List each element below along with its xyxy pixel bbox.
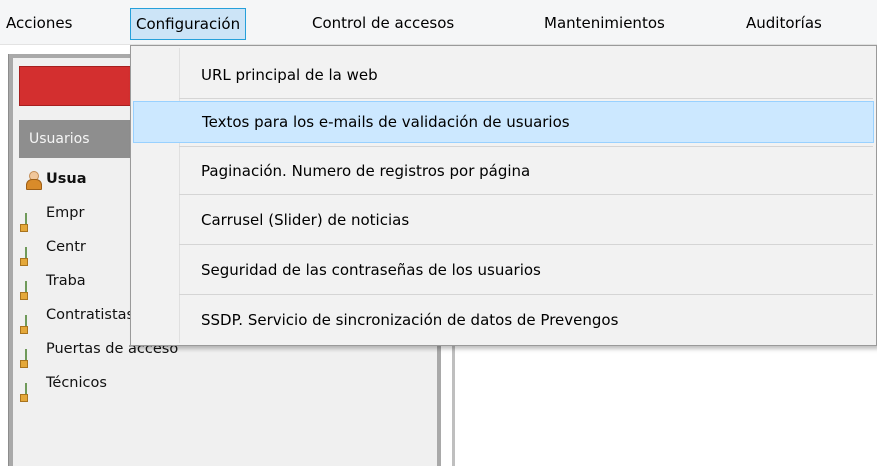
menu-configuracion[interactable]: Configuración <box>130 8 247 40</box>
user-icon <box>25 171 42 190</box>
grid-icon <box>25 375 41 401</box>
sidebar-item-tecnicos[interactable]: Técnicos <box>19 366 433 401</box>
menu-separator <box>179 194 873 195</box>
menu-mantenimientos[interactable]: Mantenimientos <box>538 9 671 37</box>
menu-item-paginacion[interactable]: Paginación. Numero de registros por pági… <box>133 150 874 192</box>
sidebar-item-label: Usua <box>46 171 87 187</box>
menu-separator <box>179 294 873 295</box>
menu-separator <box>179 98 873 99</box>
menu-separator <box>179 146 873 147</box>
grid-icon <box>25 341 41 367</box>
menu-item-seguridad-contrasenas[interactable]: Seguridad de las contraseñas de los usua… <box>133 249 874 291</box>
sidebar-item-label: Centr <box>46 239 86 255</box>
menu-item-textos-emails[interactable]: Textos para los e-mails de validación de… <box>133 101 874 143</box>
menu-item-url-principal[interactable]: URL principal de la web <box>133 54 874 96</box>
menu-separator <box>179 244 873 245</box>
menu-auditorias[interactable]: Auditorías <box>740 9 828 37</box>
grid-icon <box>25 307 41 333</box>
menu-item-carrusel[interactable]: Carrusel (Slider) de noticias <box>133 199 874 241</box>
sidebar-item-label: Empr <box>46 205 85 221</box>
configuracion-dropdown: URL principal de la web Textos para los … <box>130 45 877 346</box>
grid-icon <box>25 239 41 265</box>
menu-bar: Acciones Configuración Control de acceso… <box>0 0 877 45</box>
grid-icon <box>25 205 41 231</box>
menu-acciones[interactable]: Acciones <box>0 9 78 37</box>
grid-icon <box>25 273 41 299</box>
menu-control-de-accesos[interactable]: Control de accesos <box>306 9 460 37</box>
sidebar-item-label: Técnicos <box>46 375 107 391</box>
menu-item-ssdp[interactable]: SSDP. Servicio de sincronización de dato… <box>133 299 874 341</box>
sidebar-item-label: Traba <box>46 273 86 289</box>
sidebar-item-label: Contratistas <box>46 307 135 323</box>
